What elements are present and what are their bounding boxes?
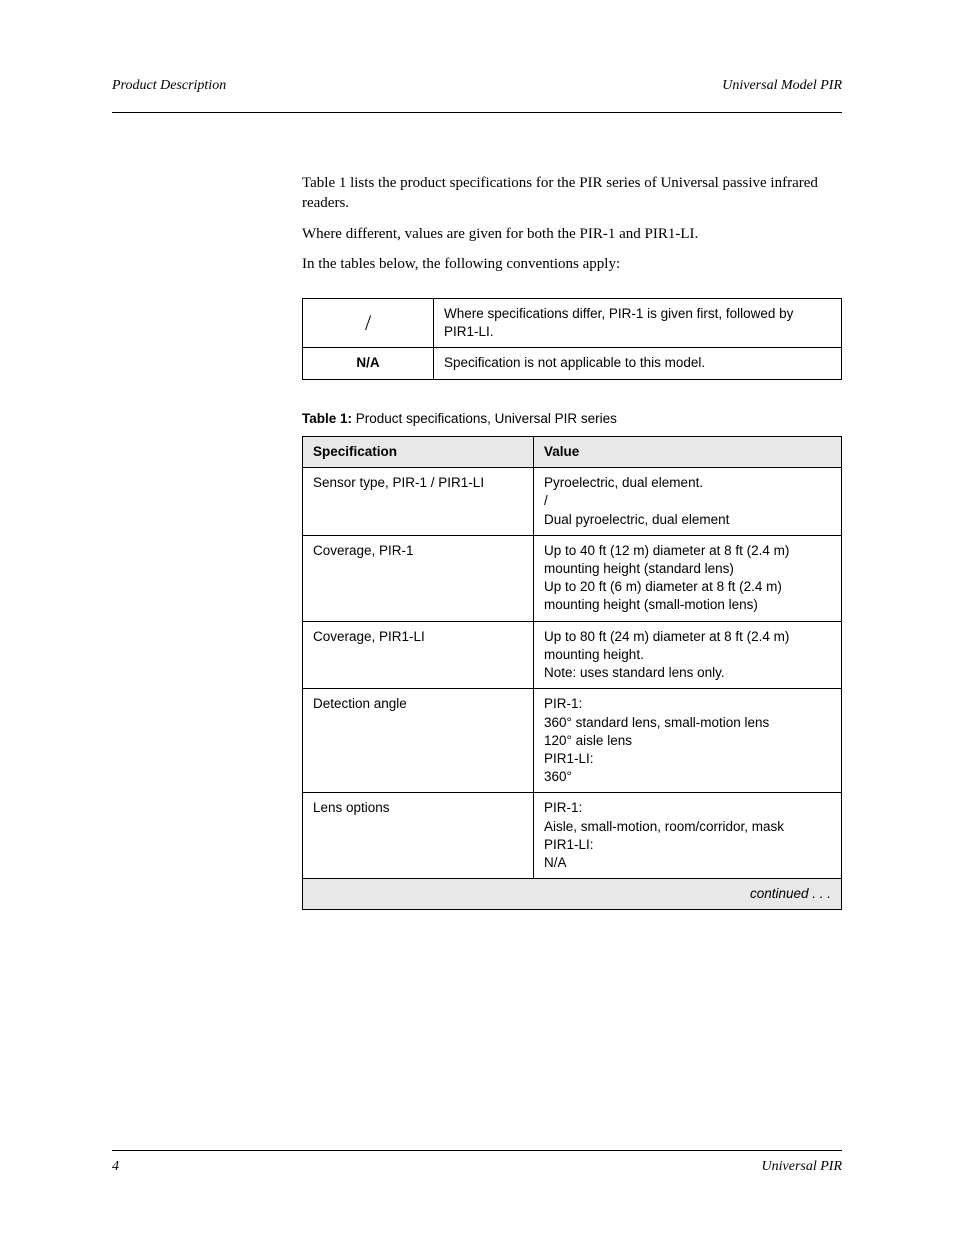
table-title: Product specifications, Universal PIR se…	[356, 411, 617, 426]
table-continued-row: continued . . .	[303, 879, 842, 910]
header-right: Universal Model PIR	[722, 78, 842, 94]
table-number: Table 1:	[302, 411, 356, 426]
column-header-value: Value	[534, 436, 842, 467]
table-continued: continued . . .	[303, 879, 842, 910]
spec-name: Sensor type, PIR-1 / PIR1-LI	[303, 468, 534, 536]
table-row: Coverage, PIR1-LI Up to 80 ft (24 m) dia…	[303, 621, 842, 689]
table-row: / Where specifications differ, PIR-1 is …	[303, 299, 842, 348]
conventions-table: / Where specifications differ, PIR-1 is …	[302, 298, 842, 380]
header-rule	[112, 112, 842, 113]
intro-para-2: Where different, values are given for bo…	[302, 224, 842, 244]
spec-name: Coverage, PIR-1	[303, 535, 534, 621]
table-row: Sensor type, PIR-1 / PIR1-LI Pyroelectri…	[303, 468, 842, 536]
page-number: 4	[112, 1159, 119, 1175]
spec-value: PIR-1: Aisle, small-motion, room/corrido…	[534, 793, 842, 879]
table-row: Detection angle PIR-1: 360° standard len…	[303, 689, 842, 793]
intro-para-3: In the tables below, the following conve…	[302, 254, 842, 274]
page: Product Description Universal Model PIR …	[0, 0, 954, 1235]
column-header-specification: Specification	[303, 436, 534, 467]
header-left: Product Description	[112, 78, 226, 94]
spec-value: PIR-1: 360° standard lens, small-motion …	[534, 689, 842, 793]
table-row: N/A Specification is not applicable to t…	[303, 348, 842, 379]
spec-name: Lens options	[303, 793, 534, 879]
spec-value: Pyroelectric, dual element. / Dual pyroe…	[534, 468, 842, 536]
spec-value: Up to 80 ft (24 m) diameter at 8 ft (2.4…	[534, 621, 842, 689]
footer-right: Universal PIR	[762, 1159, 842, 1175]
spec-name: Coverage, PIR1-LI	[303, 621, 534, 689]
spec-value: Up to 40 ft (12 m) diameter at 8 ft (2.4…	[534, 535, 842, 621]
running-header: Product Description Universal Model PIR	[112, 78, 842, 94]
table-row: Coverage, PIR-1 Up to 40 ft (12 m) diame…	[303, 535, 842, 621]
convention-text: Specification is not applicable to this …	[434, 348, 842, 379]
table-header-row: Specification Value	[303, 436, 842, 467]
footer-rule	[112, 1150, 842, 1151]
running-footer: 4 Universal PIR	[112, 1159, 842, 1175]
specifications-table: Specification Value Sensor type, PIR-1 /…	[302, 436, 842, 911]
table-caption: Table 1: Product specifications, Univers…	[302, 410, 842, 428]
convention-symbol: /	[303, 299, 434, 348]
intro-para-1: Table 1 lists the product specifications…	[302, 173, 842, 214]
table-row: Lens options PIR-1: Aisle, small-motion,…	[303, 793, 842, 879]
convention-text: Where specifications differ, PIR-1 is gi…	[434, 299, 842, 348]
convention-symbol: N/A	[303, 348, 434, 379]
spec-name: Detection angle	[303, 689, 534, 793]
body-column: Table 1 lists the product specifications…	[302, 173, 842, 910]
